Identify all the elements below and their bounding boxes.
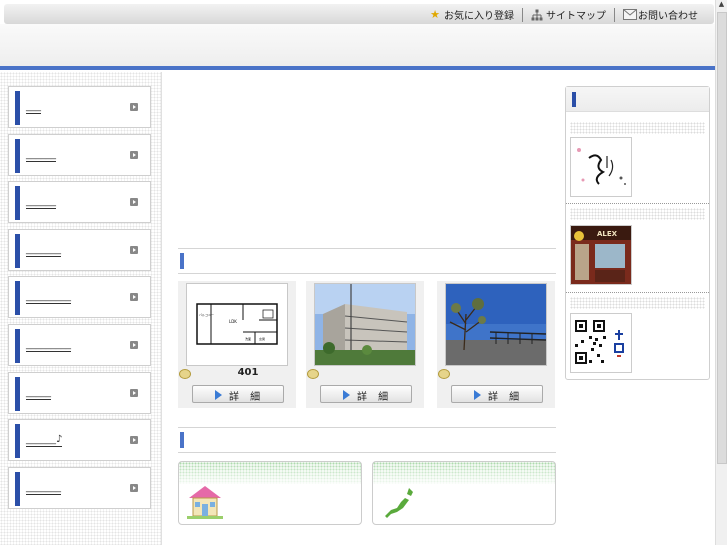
item-marker [15,91,20,125]
item-marker [15,424,20,458]
heading-marker [180,253,184,269]
details-button-label: 詳 細 [488,392,524,403]
sitemap-link-label: サイトマップ [546,11,606,22]
arrow-right-icon [130,198,138,206]
item-marker [15,377,20,411]
sidebar-item-label: _______ [26,244,61,257]
mail-icon [623,8,637,21]
sitemap-icon [531,9,543,21]
section-heading-banners [178,427,556,453]
floor-plan-thumbnail[interactable]: LDK バルコニー 洗面 玄関 [186,283,288,366]
top-links: ★ お気に入り登録 サイトマップ お問い合わせ [421,7,706,22]
header-accent-line [0,66,716,70]
details-button[interactable]: 詳 細 [320,385,412,403]
svg-text:洗面: 洗面 [245,336,251,341]
sidebar-item-label: _________ [26,291,71,304]
arrow-right-icon [130,103,138,111]
right-panel-header [566,87,709,112]
arrow-right-icon [130,484,138,492]
japan-map-icon [385,488,413,518]
contact-link[interactable]: お問い合わせ [615,7,706,22]
shop-thumbnail[interactable]: ALEX [570,225,632,285]
heading-marker [572,92,576,107]
house-banner[interactable] [178,461,362,525]
svg-text:ALEX: ALEX [597,230,618,238]
favorites-link-label: お気に入り登録 [444,11,514,22]
svg-text:玄関: 玄関 [259,336,265,341]
sitemap-link[interactable]: サイトマップ [523,7,614,22]
details-button[interactable]: 詳 細 [451,385,543,403]
sidebar-item[interactable]: ______ [8,134,151,176]
sidebar-item-label: ______ [26,149,56,162]
svg-text:LDK: LDK [229,319,237,324]
arrow-right-icon [130,389,138,397]
sidebar-item[interactable]: ______ [8,181,151,223]
sidebar-item-label: ___ [26,101,41,114]
arrow-right-icon [130,246,138,254]
arrow-right-icon [130,293,138,301]
listing-card: LDK バルコニー 洗面 玄関 401 詳 細 [178,281,296,408]
listing-card: 詳 細 [306,281,424,408]
sidebar-item[interactable]: ______♪ [8,419,151,461]
arrow-right-icon [130,436,138,444]
section-heading-listings [178,248,556,274]
scrollbar-thumb[interactable] [717,12,727,464]
favorites-link[interactable]: ★ お気に入り登録 [421,7,522,22]
play-icon [343,390,350,400]
details-button-label: 詳 細 [229,392,265,403]
arrow-right-icon [130,151,138,159]
details-button-label: 詳 細 [357,392,393,403]
item-marker [15,472,20,506]
item-marker [15,281,20,315]
sidebar-item[interactable]: _________ [8,276,151,318]
arrow-right-icon [130,341,138,349]
calligraphy-thumbnail[interactable] [570,137,632,197]
comment-icon [438,369,450,379]
sidebar-item[interactable]: _______ [8,229,151,271]
map-banner[interactable] [372,461,556,525]
item-marker [15,329,20,363]
sidebar-item-label: _________ [26,339,71,352]
site-header [0,24,716,66]
panel-divider [566,203,709,205]
sidebar-item[interactable]: _______ [8,467,151,509]
sidebar-item-label: _____ [26,387,51,400]
banner-fade [373,462,555,488]
heading-marker [180,432,184,448]
sidebar-item-label: _______ [26,482,61,495]
play-icon [215,390,222,400]
play-icon [474,390,481,400]
panel-pattern [570,297,705,309]
panel-pattern [570,122,705,134]
item-marker [15,186,20,220]
scroll-up-arrow-icon[interactable]: ▲ [717,0,726,10]
panel-divider [566,292,709,294]
sidebar-item-label: ______♪ [26,434,63,447]
sidebar-item[interactable]: ___ [8,86,151,128]
panel-pattern [570,208,705,220]
sidebar-item[interactable]: _____ [8,372,151,414]
rooftop-photo-thumbnail[interactable] [445,283,547,366]
right-panel: ALEX [565,86,710,380]
item-marker [15,139,20,173]
building-photo-thumbnail[interactable] [314,283,416,366]
svg-text:バルコニー: バルコニー [199,313,214,317]
sidebar: ___ ______ ______ _______ _________ ____… [0,72,162,545]
sidebar-item[interactable]: _________ [8,324,151,366]
page-scrollbar[interactable]: ▲ [715,0,727,545]
house-icon [187,486,223,519]
item-marker [15,234,20,268]
top-bar: ★ お気に入り登録 サイトマップ お問い合わせ [4,4,714,24]
star-icon: ★ [430,7,440,21]
comment-icon [307,369,319,379]
listing-caption: 401 [237,367,259,378]
listing-card: 詳 細 [437,281,555,408]
contact-link-label: お問い合わせ [638,11,698,22]
qr-code-thumbnail[interactable] [570,313,632,373]
sidebar-item-label: ______ [26,196,56,209]
details-button[interactable]: 詳 細 [192,385,284,403]
